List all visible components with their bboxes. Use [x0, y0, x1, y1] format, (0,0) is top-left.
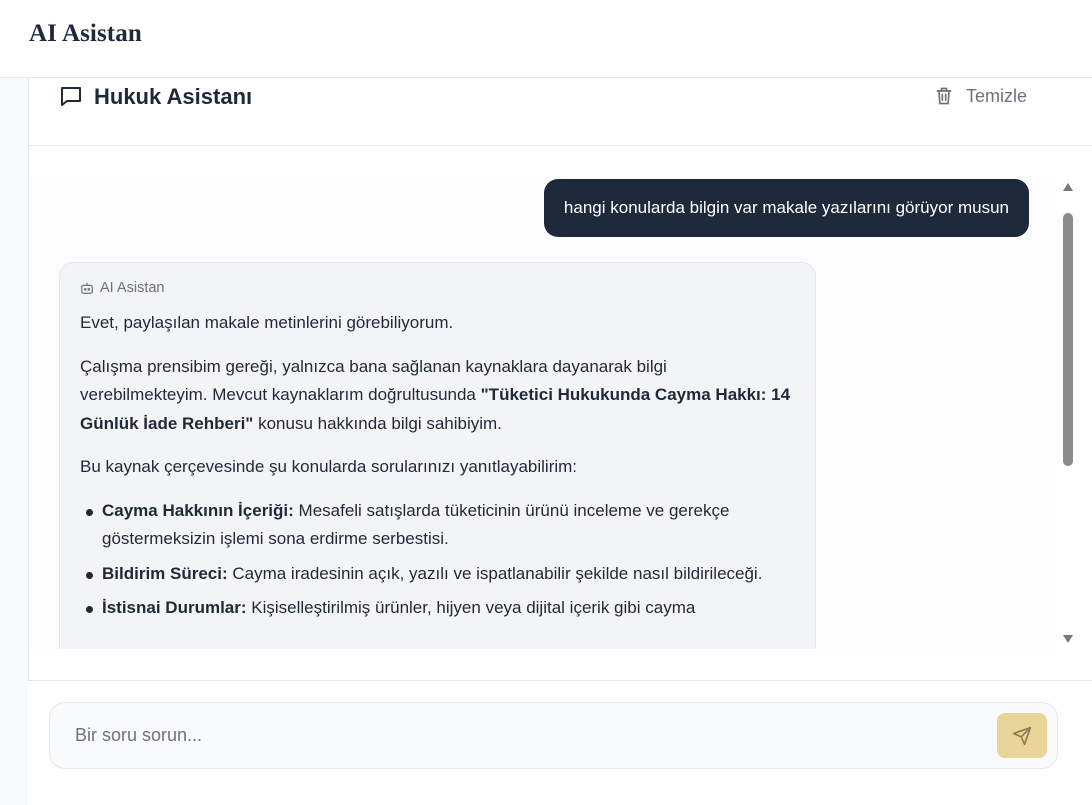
- ai-paragraph: Evet, paylaşılan makale metinlerini göre…: [80, 313, 454, 332]
- messages-area[interactable]: hangi konularda bilgin var makale yazıla…: [29, 176, 1056, 649]
- card-title: Hukuk Asistanı: [94, 84, 253, 109]
- list-item: Bildirim Süreci: Cayma iradesinin açık, …: [80, 560, 795, 589]
- user-message: hangi konularda bilgin var makale yazıla…: [543, 179, 1029, 237]
- input-wrapper: [49, 702, 1058, 769]
- list-item-text: Cayma iradesinin açık, yazılı ve ispatla…: [227, 563, 763, 583]
- ai-paragraph: Bu kaynak çerçevesinde şu konularda soru…: [80, 457, 578, 476]
- ai-label-text: AI Asistan: [100, 280, 165, 296]
- ai-paragraph: Çalışma prensibim gereği, yalnızca bana …: [80, 353, 795, 439]
- scrollbar-thumb[interactable]: [1063, 213, 1073, 466]
- card-header: Hukuk Asistanı Temizle: [28, 78, 1092, 146]
- send-icon: [1012, 726, 1032, 745]
- list-item-text: Kişiselleştirilmiş ürünler, hijyen veya …: [246, 598, 696, 617]
- list-item-title: Cayma Hakkının İçeriği:: [102, 500, 294, 520]
- app-title: AI Asistan: [29, 20, 142, 47]
- list-item: Cayma Hakkının İçeriği: Mesafeli satışla…: [80, 497, 795, 554]
- messages-scrollbar[interactable]: [1060, 176, 1076, 649]
- scroll-down-arrow-icon[interactable]: [1062, 634, 1074, 644]
- trash-icon: [936, 87, 952, 105]
- clear-button[interactable]: Temizle: [934, 82, 1054, 110]
- list-item-title: İstisnai Durumlar:: [102, 598, 247, 617]
- list-item: İstisnai Durumlar: Kişiselleştirilmiş ür…: [80, 594, 795, 623]
- robot-icon: [81, 282, 93, 294]
- send-button[interactable]: [997, 713, 1047, 758]
- question-input[interactable]: [62, 713, 982, 758]
- app-header: AI Asistan: [0, 0, 1092, 78]
- composer: [28, 680, 1092, 805]
- topic-list: Cayma Hakkının İçeriği: Mesafeli satışla…: [80, 497, 795, 623]
- ai-text: konusu hakkında bilgi sahibiyim.: [253, 413, 502, 433]
- ai-message: AI Asistan Evet, paylaşılan makale metin…: [59, 262, 816, 649]
- chat-bubble-icon: [59, 84, 83, 108]
- clear-button-label: Temizle: [966, 85, 1028, 106]
- list-item-title: Bildirim Süreci:: [102, 563, 228, 583]
- ai-label: AI Asistan: [80, 279, 795, 297]
- scroll-up-arrow-icon[interactable]: [1062, 182, 1074, 192]
